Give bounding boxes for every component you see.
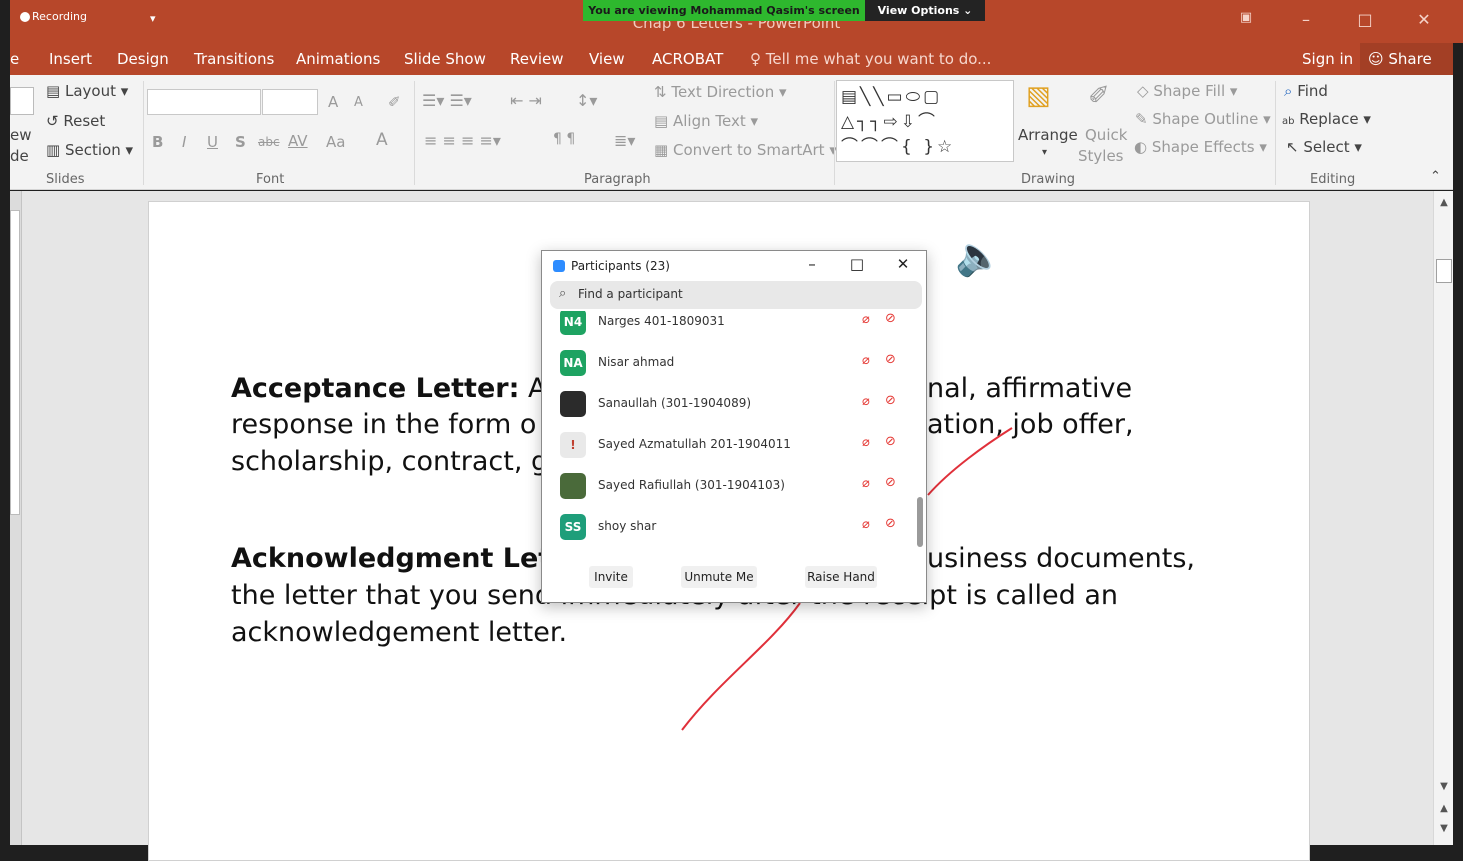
- scroll-down-icon[interactable]: ▼: [1434, 781, 1454, 792]
- participant-name: Sayed Rafiullah (301-1904103): [598, 478, 785, 492]
- muted-mic-icon: ⌀: [862, 435, 870, 450]
- video-off-icon: ⊘: [885, 434, 896, 449]
- participant-row[interactable]: ! Sayed Azmatullah 201-1904011 ⌀ ⊘: [542, 425, 914, 466]
- screen: Recording ▾ Chap 6 Letters - PowerPoint …: [0, 0, 1463, 861]
- next-slide-icon[interactable]: ▼: [1434, 823, 1454, 834]
- avatar: !: [560, 432, 586, 458]
- previous-slide-icon[interactable]: ▲: [1434, 803, 1454, 814]
- video-off-icon: ⊘: [885, 475, 896, 490]
- participant-row[interactable]: Sayed Rafiullah (301-1904103) ⌀ ⊘: [542, 466, 914, 507]
- minimize-icon[interactable]: –: [797, 255, 827, 273]
- muted-mic-icon: ⌀: [862, 353, 870, 368]
- video-off-icon: ⊘: [885, 352, 896, 367]
- vertical-scrollbar[interactable]: ▲ ▼ ▲ ▼: [1433, 191, 1453, 845]
- close-icon[interactable]: ✕: [888, 255, 918, 273]
- participant-list[interactable]: N4 Narges 401-1809031 ⌀ ⊘ NA Nisar ahmad…: [542, 311, 914, 553]
- video-off-icon: ⊘: [885, 516, 896, 531]
- muted-mic-icon: ⌀: [862, 394, 870, 409]
- avatar: NA: [560, 350, 586, 376]
- participant-row[interactable]: SS shoy shar ⌀ ⊘: [542, 507, 914, 548]
- participant-search-input[interactable]: ⌕ Find a participant: [550, 281, 922, 309]
- participant-row[interactable]: Sanaullah (301-1904089) ⌀ ⊘: [542, 384, 914, 425]
- scroll-thumb[interactable]: [1436, 259, 1452, 283]
- participant-name: Sayed Azmatullah 201-1904011: [598, 437, 791, 451]
- screen-edge: [1453, 43, 1463, 845]
- search-icon: ⌕: [559, 286, 567, 301]
- muted-mic-icon: ⌀: [862, 517, 870, 532]
- participant-row[interactable]: NA Nisar ahmad ⌀ ⊘: [542, 343, 914, 384]
- participant-name: shoy shar: [598, 519, 657, 533]
- maximize-icon[interactable]: □: [842, 255, 872, 273]
- participant-row[interactable]: N4 Narges 401-1809031 ⌀ ⊘: [542, 311, 914, 343]
- invite-button[interactable]: Invite: [589, 566, 633, 588]
- scroll-thumb[interactable]: [917, 497, 923, 547]
- participants-title: Participants (23): [571, 259, 670, 273]
- muted-mic-icon: ⌀: [862, 476, 870, 491]
- video-off-icon: ⊘: [885, 393, 896, 408]
- muted-mic-icon: ⌀: [862, 312, 870, 327]
- zoom-icon: [553, 260, 565, 272]
- search-placeholder: Find a participant: [578, 287, 683, 301]
- participant-name: Nisar ahmad: [598, 355, 675, 369]
- participant-scrollbar[interactable]: [917, 313, 923, 547]
- video-off-icon: ⊘: [885, 311, 896, 326]
- scroll-up-icon[interactable]: ▲: [1434, 197, 1454, 208]
- raise-hand-button[interactable]: Raise Hand: [805, 566, 877, 588]
- avatar: [560, 391, 586, 417]
- avatar: N4: [560, 311, 586, 335]
- avatar: SS: [560, 514, 586, 540]
- participant-name: Sanaullah (301-1904089): [598, 396, 752, 410]
- unmute-me-button[interactable]: Unmute Me: [681, 566, 757, 588]
- avatar: [560, 473, 586, 499]
- participants-window[interactable]: Participants (23) – □ ✕ ⌕ Find a partici…: [541, 250, 927, 603]
- participant-name: Narges 401-1809031: [598, 314, 725, 328]
